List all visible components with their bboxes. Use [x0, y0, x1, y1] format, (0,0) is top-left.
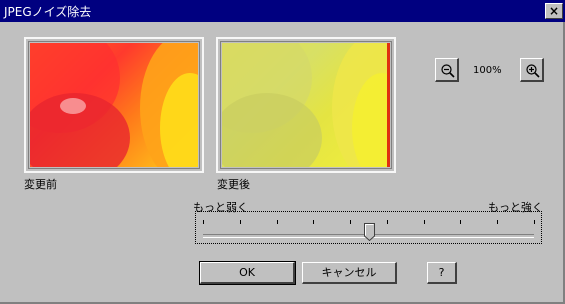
title-bar: JPEGノイズ除去 × [0, 0, 565, 22]
slider-tick [350, 220, 351, 224]
ok-button[interactable]: OK [199, 261, 296, 285]
slider-tick [313, 220, 314, 224]
slider-tick [534, 220, 535, 224]
slider-tick [277, 220, 278, 224]
help-button[interactable]: ? [427, 262, 457, 284]
slider-thumb[interactable] [364, 223, 375, 241]
after-label: 変更後 [217, 178, 250, 191]
slider-tick [424, 220, 425, 224]
strength-slider[interactable] [195, 211, 542, 244]
window-title: JPEGノイズ除去 [4, 5, 92, 19]
cancel-button[interactable]: キャンセル [302, 262, 397, 284]
preview-after-image [222, 43, 390, 167]
zoom-out-icon [441, 64, 455, 78]
slider-tick [240, 220, 241, 224]
slider-tick [460, 220, 461, 224]
slider-tick [497, 220, 498, 224]
slider-tick [203, 220, 204, 224]
preview-before-image [30, 43, 198, 167]
zoom-in-icon [526, 64, 540, 78]
zoom-level: 100% [473, 65, 502, 76]
zoom-out-button[interactable] [435, 58, 459, 82]
preview-before [24, 37, 204, 173]
close-button[interactable]: × [545, 3, 563, 19]
slider-tick [387, 220, 388, 224]
before-label: 変更前 [24, 178, 57, 191]
zoom-in-button[interactable] [520, 58, 544, 82]
preview-after [216, 37, 396, 173]
